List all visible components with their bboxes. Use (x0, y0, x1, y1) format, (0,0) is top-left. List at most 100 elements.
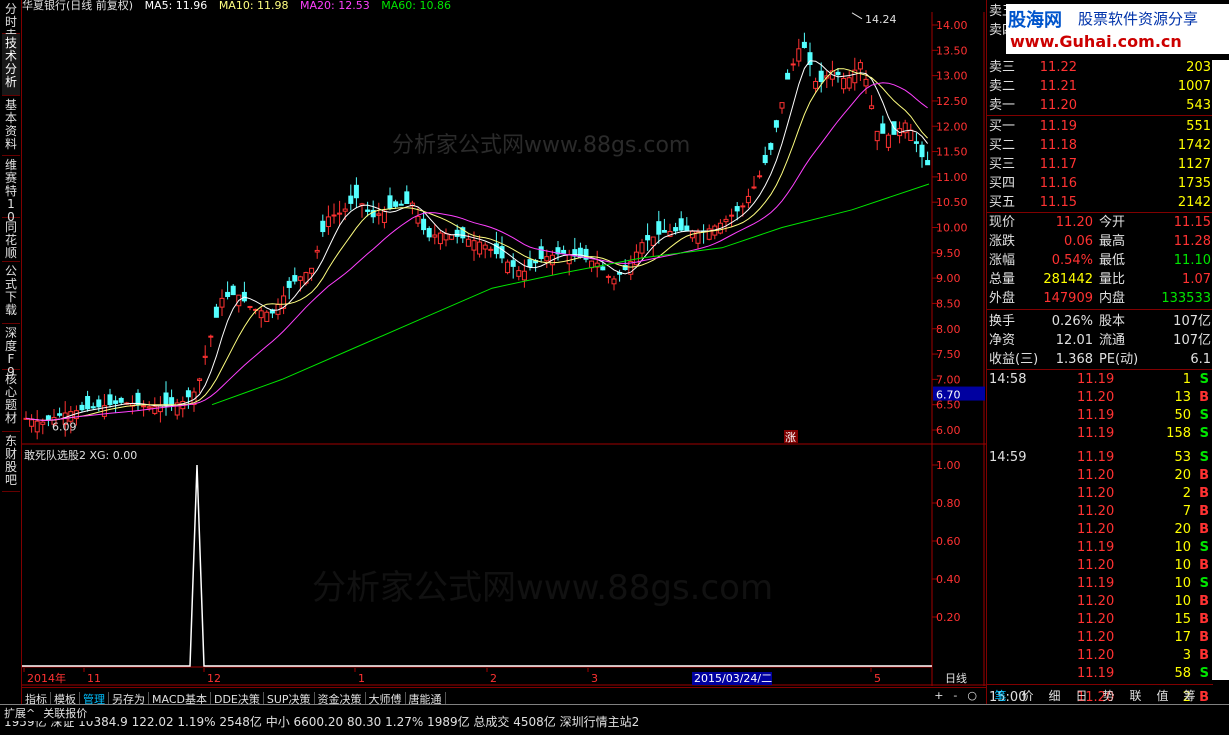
tick-row: 11.20 3 B (987, 647, 1213, 665)
quote-label-2: 今开 (1099, 215, 1126, 230)
expand-tab-1[interactable]: 关联报价 (43, 707, 87, 720)
candle-body (913, 141, 919, 144)
tick-price: 11.20 (1077, 468, 1115, 483)
tick-price: 11.20 (1077, 558, 1115, 573)
indicator-axis-label: 0.80 (936, 497, 961, 510)
tick-side: B (1199, 522, 1209, 537)
candle-body (801, 41, 807, 48)
indicator-title: 敢死队选股2 XG: 0.00 (24, 449, 138, 462)
candle-body (208, 335, 214, 338)
buy-row-1: 买二 11.18 1742 (987, 136, 1213, 155)
candle-body (398, 203, 404, 206)
sell-price: 11.20 (1039, 98, 1077, 113)
tick-qty: 15 (1174, 612, 1191, 627)
left-tab-7[interactable]: 核心题材 (2, 370, 20, 432)
tick-price: 11.20 (1077, 594, 1115, 609)
candle-body (516, 270, 522, 277)
ma10-label: MA10: 11.98 (218, 0, 289, 12)
tick-side: B (1199, 630, 1209, 645)
candle-body (869, 105, 875, 109)
quote-value: 1.368 (1055, 352, 1093, 367)
tick-side: S (1199, 426, 1209, 441)
date-axis-label: 2 (490, 672, 497, 685)
price-axis-label: 10.00 (936, 222, 968, 235)
left-tab-char: 析 (4, 75, 17, 89)
status-bar: 1959亿 深证 10384.9 122.02 1.19% 2548亿 中小 6… (0, 704, 1229, 735)
tick-side: B (1199, 504, 1209, 519)
candle-body (286, 280, 292, 288)
quote-label-2: 最高 (1099, 234, 1126, 249)
quote-value-2: 107亿 (1173, 333, 1211, 348)
quote-row-3: 总量 281442 量比 1.07 (987, 270, 1213, 289)
candle-body (885, 134, 891, 148)
candle-body (790, 63, 796, 66)
quote-label: 涨跌 (989, 234, 1016, 249)
sell-price: 11.22 (1039, 60, 1077, 75)
candle-body (219, 297, 225, 308)
buy-row-2: 买三 11.17 1127 (987, 155, 1213, 174)
candle-body (393, 201, 399, 207)
tick-price: 11.19 (1077, 408, 1115, 423)
high-price-label: 14.24 (865, 13, 897, 26)
quote-label-2: PE(动) (1099, 352, 1139, 367)
price-axis-label: 8.00 (936, 323, 961, 336)
price-axis-label: 11.00 (936, 171, 968, 184)
tick-side: B (1199, 594, 1209, 609)
period-label[interactable]: 日线 (945, 671, 967, 685)
candle-body (292, 275, 298, 282)
left-tab-1[interactable]: 技术分析 (2, 34, 20, 96)
quote-label: 现价 (989, 215, 1016, 230)
tick-side: S (1199, 540, 1209, 555)
left-tab-4[interactable]: 同花顺 (2, 218, 20, 262)
candle-body (740, 205, 746, 208)
price-axis-label: 9.50 (936, 247, 961, 260)
left-tab-6[interactable]: 深度F9 (2, 324, 20, 379)
ma-legend: 华夏银行(日线 前复权) MA5: 11.96 MA10: 11.98 MA20… (22, 0, 459, 12)
price-axis-label: 7.50 (936, 348, 961, 361)
candle-body (157, 405, 163, 413)
tick-price: 11.20 (1077, 522, 1115, 537)
buy-price: 11.16 (1039, 176, 1077, 191)
left-tab-8[interactable]: 东财股吧 (2, 432, 20, 492)
price-axis-label: 12.50 (936, 95, 968, 108)
candle-body (96, 399, 102, 408)
date-axis-label: 1 (358, 672, 365, 685)
candle-body (57, 413, 63, 416)
left-tab-2[interactable]: 基本资料 (2, 96, 20, 156)
buy-qty: 551 (1186, 119, 1211, 134)
candle-body (376, 213, 382, 216)
divider (987, 369, 1213, 370)
expand-tab-0[interactable]: 扩展^ (4, 707, 35, 720)
left-tab-0[interactable]: 分时走势 (2, 0, 20, 55)
quote-value-2: 11.10 (1173, 253, 1211, 268)
tick-qty: 10 (1174, 540, 1191, 555)
candle-body (320, 220, 326, 233)
left-tab-3[interactable]: 维赛特10 (2, 156, 20, 224)
date-axis-label: 5 (874, 672, 881, 685)
candle-body (729, 214, 735, 217)
left-tab-char: 料 (4, 137, 17, 151)
candle-body (561, 249, 567, 254)
reset-button[interactable]: ○ (967, 689, 977, 702)
candle-body (538, 246, 544, 259)
candle-body (421, 218, 427, 231)
candle-body (225, 291, 231, 297)
candle-body (566, 254, 572, 265)
left-tab-5[interactable]: 公式下载 (2, 262, 20, 324)
candle-body (169, 397, 175, 405)
candle-body (835, 71, 841, 76)
tick-row: 11.19 158 S (987, 425, 1213, 443)
candle-body (477, 241, 483, 255)
tick-row: 11.20 7 B (987, 503, 1213, 521)
low-price-label: 6.09 (52, 420, 77, 433)
zoom-out-button[interactable]: - (953, 689, 957, 702)
candle-body (818, 70, 824, 82)
tick-side: B (1199, 648, 1209, 663)
indicator-axis-label: 0.60 (936, 535, 961, 548)
candle-body (773, 120, 779, 128)
tick-price: 11.20 (1077, 486, 1115, 501)
candle-body (857, 62, 863, 70)
zoom-in-button[interactable]: + (934, 689, 943, 702)
candle-body (432, 234, 438, 238)
tick-qty: 50 (1174, 408, 1191, 423)
